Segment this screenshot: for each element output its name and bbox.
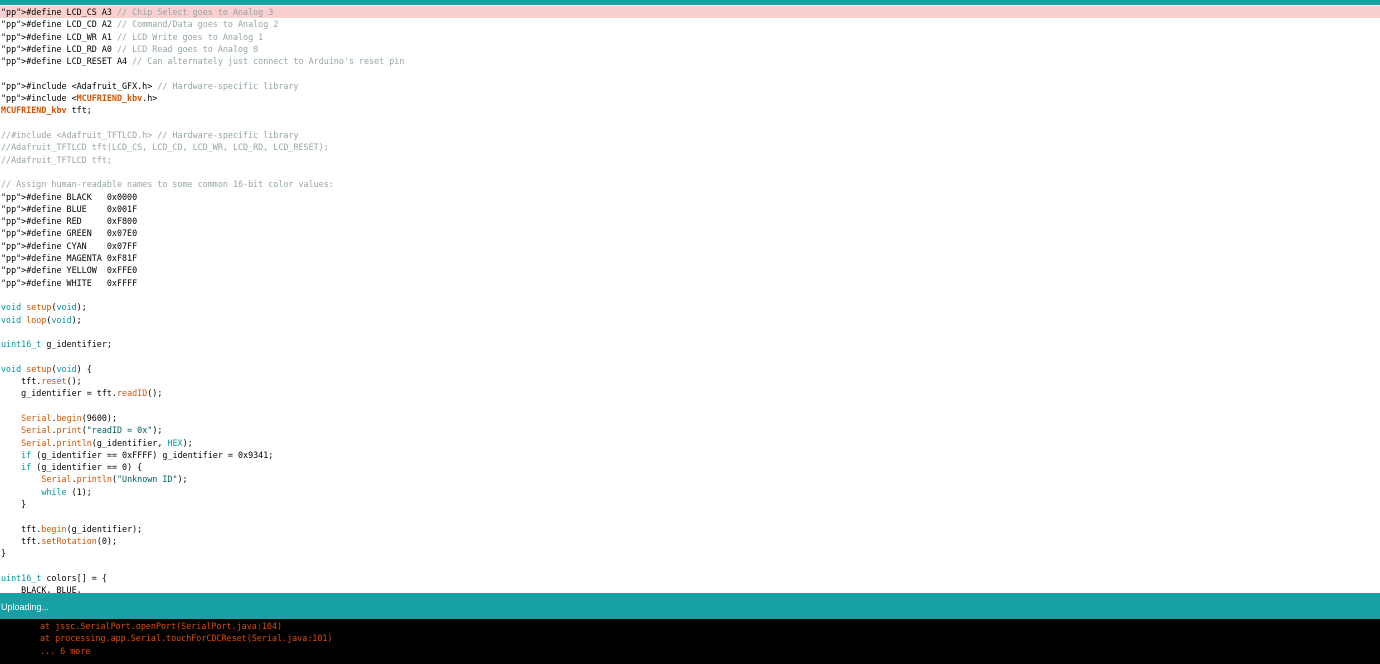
- code-line[interactable]: BLACK, BLUE,: [1, 584, 82, 593]
- code-line[interactable]: tft.setRotation(0);: [1, 535, 117, 547]
- code-line[interactable]: void setup(void);: [1, 301, 87, 313]
- code-line[interactable]: "pp">#include <MCUFRIEND_kbv.h>: [1, 92, 157, 104]
- code-line[interactable]: "pp">#define WHITE 0xFFFF: [1, 277, 137, 289]
- code-editor[interactable]: "pp">#define LCD_CS A3 // Chip Select go…: [0, 5, 1380, 593]
- code-line[interactable]: if (g_identifier == 0xFFFF) g_identifier…: [1, 449, 273, 461]
- code-line[interactable]: "pp">#define BLACK 0x0000: [1, 191, 137, 203]
- status-bar: Uploading...: [0, 593, 1380, 619]
- code-line[interactable]: "pp">#include <Adafruit_GFX.h> // Hardwa…: [1, 80, 299, 92]
- code-line[interactable]: "pp">#define CYAN 0x07FF: [1, 240, 137, 252]
- code-line[interactable]: Serial.begin(9600);: [1, 412, 117, 424]
- code-line[interactable]: "pp">#define GREEN 0x07E0: [1, 227, 137, 239]
- code-line[interactable]: void setup(void) {: [1, 363, 92, 375]
- code-line[interactable]: if (g_identifier == 0) {: [1, 461, 142, 473]
- code-line[interactable]: "pp">#define MAGENTA 0xF81F: [1, 252, 137, 264]
- code-line[interactable]: "pp">#define RED 0xF800: [1, 215, 137, 227]
- code-line[interactable]: uint16_t colors[] = {: [1, 572, 107, 584]
- code-line[interactable]: while (1);: [1, 486, 91, 498]
- code-line[interactable]: tft.begin(g_identifier);: [1, 523, 142, 535]
- code-line[interactable]: //Adafruit_TFTLCD tft;: [1, 154, 112, 166]
- code-line[interactable]: "pp">#define LCD_CS A3 // Chip Select go…: [1, 6, 273, 18]
- code-line[interactable]: Serial.println("Unknown ID");: [1, 473, 187, 485]
- code-line[interactable]: }: [1, 498, 26, 510]
- code-line[interactable]: "pp">#define YELLOW 0xFFE0: [1, 264, 137, 276]
- code-line[interactable]: "pp">#define LCD_WR A1 // LCD Write goes…: [1, 31, 263, 43]
- code-line[interactable]: uint16_t g_identifier;: [1, 338, 112, 350]
- status-text: Uploading...: [1, 602, 50, 612]
- console-line: ... 6 more: [40, 645, 91, 656]
- code-line[interactable]: Serial.print("readID = 0x");: [1, 424, 162, 436]
- console-output[interactable]: at jssc.SerialPort.openPort(SerialPort.j…: [0, 619, 1380, 664]
- console-line: at processing.app.Serial.touchForCDCRese…: [40, 633, 333, 644]
- code-line[interactable]: void loop(void);: [1, 314, 82, 326]
- code-line[interactable]: // Assign human-readable names to some c…: [1, 178, 334, 190]
- code-line[interactable]: MCUFRIEND_kbv tft;: [1, 104, 92, 116]
- code-line[interactable]: //#include <Adafruit_TFTLCD.h> // Hardwa…: [1, 129, 299, 141]
- code-line[interactable]: "pp">#define LCD_RESET A4 // Can alterna…: [1, 55, 404, 67]
- code-line[interactable]: "pp">#define LCD_CD A2 // Command/Data g…: [1, 18, 278, 30]
- code-line[interactable]: tft.reset();: [1, 375, 82, 387]
- code-line[interactable]: //Adafruit_TFTLCD tft(LCD_CS, LCD_CD, LC…: [1, 141, 329, 153]
- code-line[interactable]: }: [1, 547, 6, 559]
- code-line[interactable]: "pp">#define LCD_RD A0 // LCD Read goes …: [1, 43, 258, 55]
- code-line[interactable]: g_identifier = tft.readID();: [1, 387, 162, 399]
- code-line[interactable]: Serial.println(g_identifier, HEX);: [1, 437, 192, 449]
- code-line[interactable]: "pp">#define BLUE 0x001F: [1, 203, 137, 215]
- console-line: at jssc.SerialPort.openPort(SerialPort.j…: [40, 621, 283, 631]
